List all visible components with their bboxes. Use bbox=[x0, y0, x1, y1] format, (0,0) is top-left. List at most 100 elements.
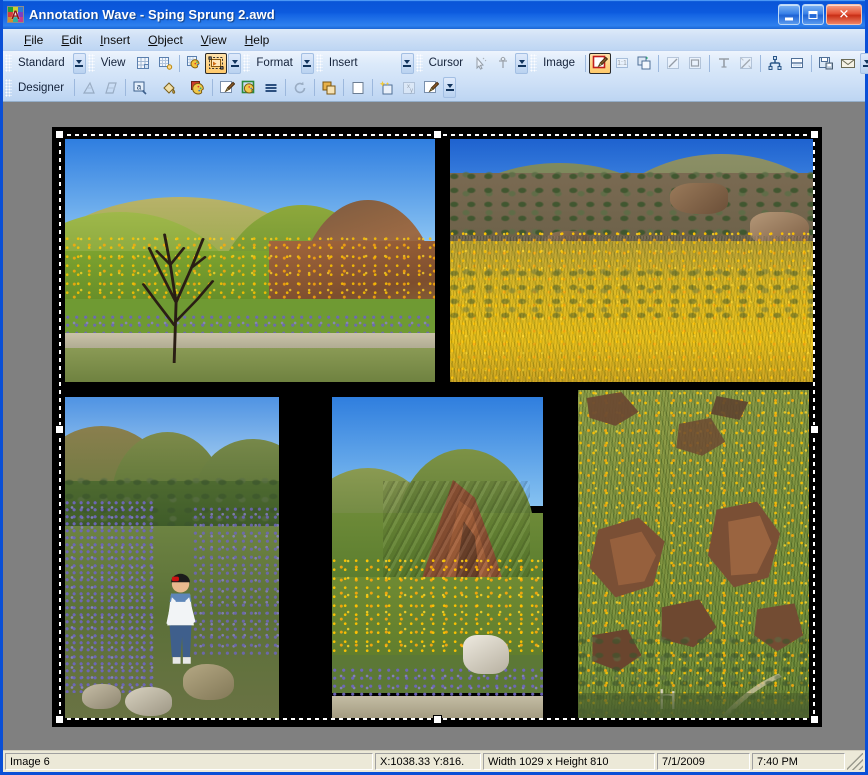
status-dimensions: Width 1029 x Height 810 bbox=[483, 753, 655, 770]
selection-frame-icon[interactable] bbox=[205, 52, 228, 74]
toolbar-grip-icon[interactable] bbox=[415, 54, 423, 72]
toolbar-grip-icon[interactable] bbox=[87, 54, 95, 72]
rotate-icon[interactable] bbox=[289, 77, 311, 98]
status-coordinates: X:1038.33 Y:816. bbox=[375, 753, 481, 770]
anchor-point-icon[interactable] bbox=[492, 53, 514, 74]
photo-5[interactable] bbox=[578, 390, 809, 719]
toolbar-cursor: Cursor bbox=[414, 52, 529, 74]
toolbar-cursor-label: Cursor bbox=[428, 57, 464, 69]
selection-handle-bottom-left[interactable] bbox=[55, 715, 64, 724]
resize-xy-icon[interactable]: x y bbox=[398, 77, 420, 98]
toolbar-designer-label: Designer bbox=[18, 81, 65, 94]
toolbar-overflow-view[interactable] bbox=[228, 52, 242, 74]
svg-text:1:1: 1:1 bbox=[617, 60, 627, 67]
photo-1[interactable] bbox=[65, 139, 435, 382]
maximize-button[interactable] bbox=[802, 4, 824, 25]
photo-cell-3[interactable] bbox=[59, 386, 296, 720]
toolbar-grip-icon[interactable] bbox=[315, 54, 323, 72]
paintbrush-edit-icon[interactable] bbox=[589, 52, 612, 74]
toolbar-view: View bbox=[86, 52, 242, 74]
palette-window-icon[interactable] bbox=[183, 53, 205, 74]
resize-grip-icon[interactable] bbox=[847, 753, 863, 770]
close-icon: ✕ bbox=[838, 7, 850, 22]
thumbnail-page-icon[interactable] bbox=[154, 53, 176, 74]
toolbar-format-label: Format bbox=[256, 57, 293, 69]
duplicate-layer-icon[interactable] bbox=[633, 53, 655, 74]
photo-4[interactable] bbox=[332, 397, 543, 719]
photo-row-bottom bbox=[59, 386, 815, 720]
toolbar-overflow-insert[interactable] bbox=[400, 52, 414, 74]
pointer-path-icon[interactable] bbox=[470, 53, 492, 74]
mail-send-icon[interactable] bbox=[837, 53, 859, 74]
toolbar-insert: Insert bbox=[314, 52, 414, 74]
toolbar-view-label: View bbox=[100, 57, 126, 69]
brush-edit-icon[interactable] bbox=[420, 77, 442, 98]
photo-collage-document[interactable] bbox=[52, 127, 822, 727]
toolbar-grip-icon[interactable] bbox=[530, 54, 538, 72]
toolbar-standard: Standard bbox=[3, 52, 86, 74]
toolbar-grip-icon[interactable] bbox=[243, 54, 251, 72]
svg-text:y: y bbox=[410, 88, 413, 94]
color-picker-icon[interactable] bbox=[238, 77, 260, 98]
photo-row-top bbox=[59, 134, 815, 386]
photo-cell-5[interactable] bbox=[566, 386, 815, 720]
canvas-area[interactable] bbox=[3, 101, 865, 750]
menu-item-object[interactable]: Object bbox=[139, 31, 192, 49]
actual-size-icon[interactable]: 1:1 bbox=[611, 53, 633, 74]
toolbar-grip-icon[interactable] bbox=[5, 54, 12, 72]
zoom-magnifier-icon[interactable]: a bbox=[129, 77, 151, 98]
selection-handle-top-left[interactable] bbox=[55, 130, 64, 139]
window-title: Annotation Wave - Sping Sprung 2.awd bbox=[29, 7, 275, 22]
skew-icon[interactable] bbox=[100, 77, 122, 98]
selection-handle-bottom-center[interactable] bbox=[432, 715, 442, 724]
toolbar-overflow-format[interactable] bbox=[300, 52, 314, 74]
photo-grid bbox=[59, 134, 815, 720]
color-palette-icon[interactable] bbox=[187, 77, 209, 98]
annotation-wave-icon: A bbox=[7, 6, 24, 23]
photo-cell-1[interactable] bbox=[59, 134, 438, 386]
menu-item-insert[interactable]: Insert bbox=[91, 31, 139, 49]
status-time: 7:40 PM bbox=[752, 753, 845, 770]
toolbar-grip-icon[interactable] bbox=[5, 78, 12, 97]
photo-cell-4[interactable] bbox=[296, 386, 566, 720]
selection-handle-middle-right[interactable] bbox=[810, 425, 819, 434]
paint-bucket-icon[interactable] bbox=[158, 77, 180, 98]
toolbar-standard-label: Standard bbox=[18, 57, 65, 69]
menu-item-help[interactable]: Help bbox=[236, 31, 279, 49]
toolbar-row-1: Standard View Format Insert Cursor Image… bbox=[3, 51, 868, 75]
photo-2[interactable] bbox=[449, 139, 815, 382]
photo-3[interactable] bbox=[65, 397, 279, 719]
selection-handle-middle-left[interactable] bbox=[55, 425, 64, 434]
thumbnail-grid-icon[interactable] bbox=[132, 53, 154, 74]
align-distribute-icon[interactable] bbox=[764, 53, 786, 74]
perspective-icon[interactable] bbox=[78, 77, 100, 98]
save-image-icon[interactable] bbox=[815, 53, 837, 74]
paintbrush-icon[interactable] bbox=[216, 77, 238, 98]
title-bar[interactable]: A Annotation Wave - Sping Sprung 2.awd ✕ bbox=[3, 0, 865, 29]
menu-item-edit[interactable]: Edit bbox=[52, 31, 91, 49]
lines-icon[interactable] bbox=[260, 77, 282, 98]
status-date: 7/1/2009 bbox=[657, 753, 750, 770]
photo-cell-2[interactable] bbox=[438, 134, 815, 386]
toolbar-overflow-designer[interactable] bbox=[443, 77, 457, 98]
selection-handle-top-center[interactable] bbox=[432, 130, 442, 139]
toolbar-overflow-standard[interactable] bbox=[72, 52, 86, 74]
status-bar: Image 6 X:1038.33 Y:816. Width 1029 x He… bbox=[3, 750, 865, 772]
menu-item-file[interactable]: File bbox=[15, 31, 52, 49]
toolbar-overflow-cursor[interactable] bbox=[515, 52, 529, 74]
selection-handle-top-right[interactable] bbox=[810, 130, 819, 139]
status-object-name: Image 6 bbox=[5, 753, 373, 770]
toolbar-overflow-image[interactable] bbox=[860, 52, 868, 74]
split-pane-icon[interactable] bbox=[786, 53, 808, 74]
minimize-button[interactable] bbox=[778, 4, 800, 25]
blank-page-icon[interactable] bbox=[347, 77, 369, 98]
text-tool-icon[interactable] bbox=[713, 53, 735, 74]
diagonal-line-icon[interactable] bbox=[662, 53, 684, 74]
menu-item-view[interactable]: View bbox=[192, 31, 236, 49]
rectangle-shape-icon[interactable] bbox=[684, 53, 706, 74]
copy-layer-icon[interactable] bbox=[318, 77, 340, 98]
magic-wand-icon[interactable] bbox=[735, 53, 757, 74]
selection-handle-bottom-right[interactable] bbox=[810, 715, 819, 724]
close-button[interactable]: ✕ bbox=[826, 4, 862, 25]
effects-sparkle-icon[interactable] bbox=[376, 77, 398, 98]
